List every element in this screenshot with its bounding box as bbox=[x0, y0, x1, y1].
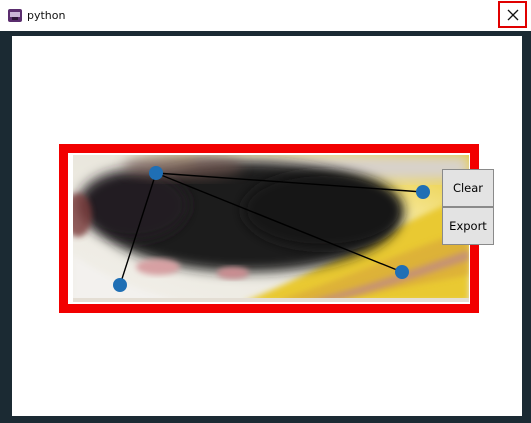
mouse-image[interactable] bbox=[73, 155, 469, 302]
canvas-edge bbox=[517, 36, 522, 416]
close-button[interactable] bbox=[498, 1, 527, 28]
clear-button[interactable]: Clear bbox=[442, 169, 494, 207]
close-icon bbox=[507, 9, 518, 20]
window-title: python bbox=[27, 9, 66, 22]
export-button[interactable]: Export bbox=[442, 207, 494, 245]
python-app-icon bbox=[8, 9, 22, 22]
window-titlebar: python bbox=[0, 0, 531, 31]
